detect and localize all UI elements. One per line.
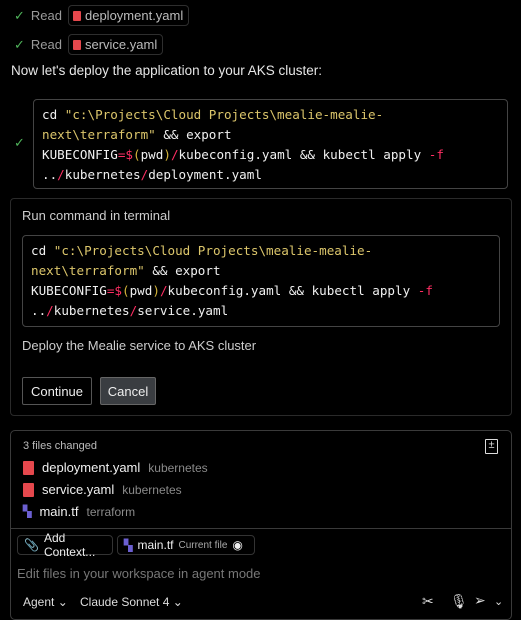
code-token: kubeconfig.yaml && kubectl apply (167, 283, 418, 298)
changed-file-item[interactable]: ▚ main.tf terraform (23, 504, 135, 519)
code-token: kubernetes (64, 167, 141, 182)
code-token: ( (133, 147, 141, 162)
chat-input[interactable]: Edit files in your workspace in agent mo… (17, 566, 261, 581)
code-token: -f (428, 147, 444, 162)
code-line: next\terraform" && export (31, 261, 491, 281)
code-token: .. (42, 167, 58, 182)
changed-file-item[interactable]: service.yaml kubernetes (23, 482, 182, 497)
cancel-button[interactable]: Cancel (100, 377, 156, 405)
yaml-file-icon (23, 482, 34, 497)
mode-picker[interactable]: Agent ⌄ (23, 595, 68, 609)
code-token: deployment.yaml (148, 167, 262, 182)
divider (11, 528, 511, 529)
yaml-file-icon (72, 39, 81, 50)
changed-file-item[interactable]: deployment.yaml kubernetes (23, 460, 208, 475)
tools-icon[interactable]: ✂ (422, 593, 434, 610)
check-icon: ✓ (14, 135, 25, 150)
file-name: main.tf (39, 504, 79, 519)
code-token: next\terraform" (31, 263, 145, 278)
code-token: / (46, 303, 54, 318)
code-token: / (57, 167, 65, 182)
code-token: KUBECONFIG (42, 147, 118, 162)
file-name: deployment.yaml (42, 460, 141, 475)
add-context-button[interactable]: 📎 Add Context... (17, 531, 113, 559)
microphone-icon[interactable]: 🎙 (450, 593, 468, 610)
code-line: ../kubernetes/deployment.yaml (42, 165, 499, 185)
current-file-chip[interactable]: ▚ main.tf Current file ◉ (117, 535, 255, 555)
assistant-message: Now let's deploy the application to your… (11, 63, 322, 78)
paperclip-icon: 📎 (24, 538, 39, 552)
file-dir: terraform (86, 504, 136, 519)
code-token: cd (31, 243, 54, 258)
model-label: Claude Sonnet 4 (80, 595, 170, 609)
command-description: Deploy the Mealie service to AKS cluster (22, 338, 257, 353)
code-line: KUBECONFIG=$(pwd)/kubeconfig.yaml && kub… (31, 281, 491, 301)
code-token: "c:\Projects\Cloud Projects\mealie-meali… (64, 107, 384, 122)
command-block: cd "c:\Projects\Cloud Projects\mealie-me… (33, 99, 508, 189)
code-line: ../kubernetes/service.yaml (31, 301, 491, 321)
card-title: Run command in terminal (22, 208, 171, 223)
send-icon[interactable]: ➢ (474, 592, 486, 609)
code-line: cd "c:\Projects\Cloud Projects\mealie-me… (31, 241, 491, 261)
chevron-down-icon: ⌄ (172, 595, 183, 609)
read-label: Read (30, 8, 62, 23)
code-token: ) (163, 147, 171, 162)
code-token: KUBECONFIG (31, 283, 107, 298)
eye-icon[interactable]: ◉ (232, 538, 242, 552)
chat-input-panel (10, 430, 512, 620)
code-token: kubernetes (53, 303, 130, 318)
code-token: .. (31, 303, 47, 318)
code-token: && export (144, 263, 221, 278)
terraform-icon: ▚ (124, 539, 133, 552)
code-token: next\terraform" (42, 127, 156, 142)
file-name: service.yaml (84, 37, 158, 52)
diff-file-icon[interactable]: ± (485, 439, 498, 454)
code-line: cd "c:\Projects\Cloud Projects\mealie-me… (42, 105, 499, 125)
code-token: / (159, 283, 168, 298)
code-line: next\terraform" && export (42, 125, 499, 145)
code-line: KUBECONFIG=$(pwd)/kubeconfig.yaml && kub… (42, 145, 499, 165)
read-step: ✓ Read service.yaml (14, 34, 164, 55)
code-token: "c:\Projects\Cloud Projects\mealie-meali… (53, 243, 373, 258)
code-token: =$ (117, 147, 133, 162)
code-token: pwd (140, 147, 164, 162)
code-token: service.yaml (137, 303, 229, 318)
code-token: =$ (106, 283, 122, 298)
add-context-label: Add Context... (43, 531, 96, 559)
continue-button[interactable]: Continue (22, 377, 92, 405)
code-token: ) (152, 283, 160, 298)
files-changed-title: 3 files changed (23, 440, 97, 452)
check-icon: ✓ (14, 36, 25, 52)
check-icon: ✓ (14, 7, 25, 23)
file-dir: kubernetes (122, 482, 182, 497)
file-dir: kubernetes (148, 460, 208, 475)
code-token: kubeconfig.yaml && kubectl apply (178, 147, 429, 162)
code-token: && export (155, 127, 232, 142)
current-file-name: main.tf (137, 538, 174, 552)
command-block: cd "c:\Projects\Cloud Projects\mealie-me… (22, 235, 500, 327)
chevron-down-icon: ⌄ (57, 595, 68, 609)
send-options-chevron-icon[interactable]: ⌄ (494, 595, 503, 608)
code-token: / (170, 147, 179, 162)
yaml-file-icon (72, 10, 81, 21)
file-name: service.yaml (42, 482, 115, 497)
read-label: Read (30, 37, 62, 52)
yaml-file-icon (23, 460, 34, 475)
code-token: cd (42, 107, 65, 122)
read-step: ✓ Read deployment.yaml (14, 5, 190, 26)
mode-label: Agent (23, 595, 55, 609)
file-pill[interactable]: deployment.yaml (67, 5, 190, 26)
code-token: pwd (129, 283, 153, 298)
code-token: ( (122, 283, 130, 298)
file-pill[interactable]: service.yaml (67, 34, 164, 55)
terraform-icon: ▚ (23, 506, 32, 518)
model-picker[interactable]: Claude Sonnet 4 ⌄ (80, 595, 183, 609)
code-token: -f (417, 283, 433, 298)
current-file-label: Current file (178, 539, 228, 551)
file-name: deployment.yaml (84, 8, 184, 23)
